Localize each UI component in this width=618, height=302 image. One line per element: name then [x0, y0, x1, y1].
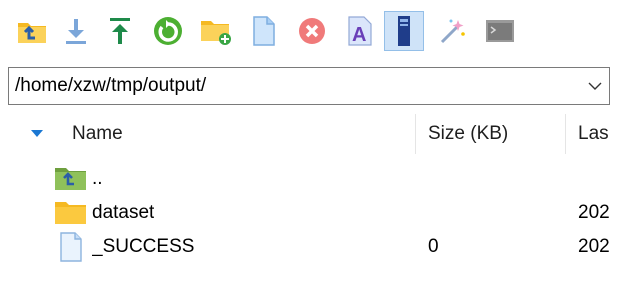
upload-button[interactable]	[100, 11, 140, 51]
parent-folder-icon	[55, 168, 86, 190]
refresh-button[interactable]	[148, 11, 188, 51]
terminal-button[interactable]	[480, 11, 520, 51]
rename-button[interactable]: A	[340, 11, 380, 51]
list-item[interactable]: _SUCCESS 0 202	[0, 230, 618, 264]
download-icon	[66, 19, 86, 44]
delete-icon	[299, 18, 325, 44]
file-date: 202	[578, 202, 610, 223]
parent-folder-button[interactable]	[12, 11, 52, 51]
column-header: Name Size (KB) Las	[0, 114, 618, 154]
new-file-button[interactable]	[244, 11, 284, 51]
refresh-icon	[154, 17, 182, 45]
download-button[interactable]	[56, 11, 96, 51]
chevron-down-icon[interactable]	[587, 80, 603, 92]
toolbar: A	[0, 0, 618, 62]
path-input[interactable]	[9, 68, 569, 104]
column-last-modified[interactable]: Las	[566, 114, 618, 154]
file-name: ..	[92, 168, 103, 189]
properties-icon	[398, 16, 410, 46]
magic-wand-icon	[440, 19, 465, 44]
new-folder-button[interactable]	[196, 11, 236, 51]
parent-folder-icon	[18, 23, 46, 43]
file-icon	[60, 232, 82, 262]
terminal-icon	[486, 20, 514, 42]
svg-text:A: A	[352, 24, 366, 46]
list-item[interactable]: dataset 202	[0, 196, 618, 230]
list-item[interactable]: ..	[0, 162, 618, 196]
file-name: _SUCCESS	[92, 236, 195, 257]
magic-wand-button[interactable]	[432, 11, 472, 51]
folder-icon	[55, 202, 86, 224]
delete-button[interactable]	[292, 11, 332, 51]
file-name: dataset	[92, 202, 155, 223]
rename-icon: A	[348, 16, 372, 46]
column-size[interactable]: Size (KB)	[416, 114, 565, 154]
upload-icon	[110, 18, 130, 44]
properties-button[interactable]	[384, 11, 424, 51]
file-size: 0	[428, 236, 439, 257]
path-bar	[8, 67, 610, 105]
sort-arrow-icon	[31, 130, 43, 137]
new-folder-icon	[201, 21, 231, 45]
new-file-icon	[253, 16, 275, 46]
file-date: 202	[578, 236, 610, 257]
column-name[interactable]: Name	[60, 114, 415, 154]
